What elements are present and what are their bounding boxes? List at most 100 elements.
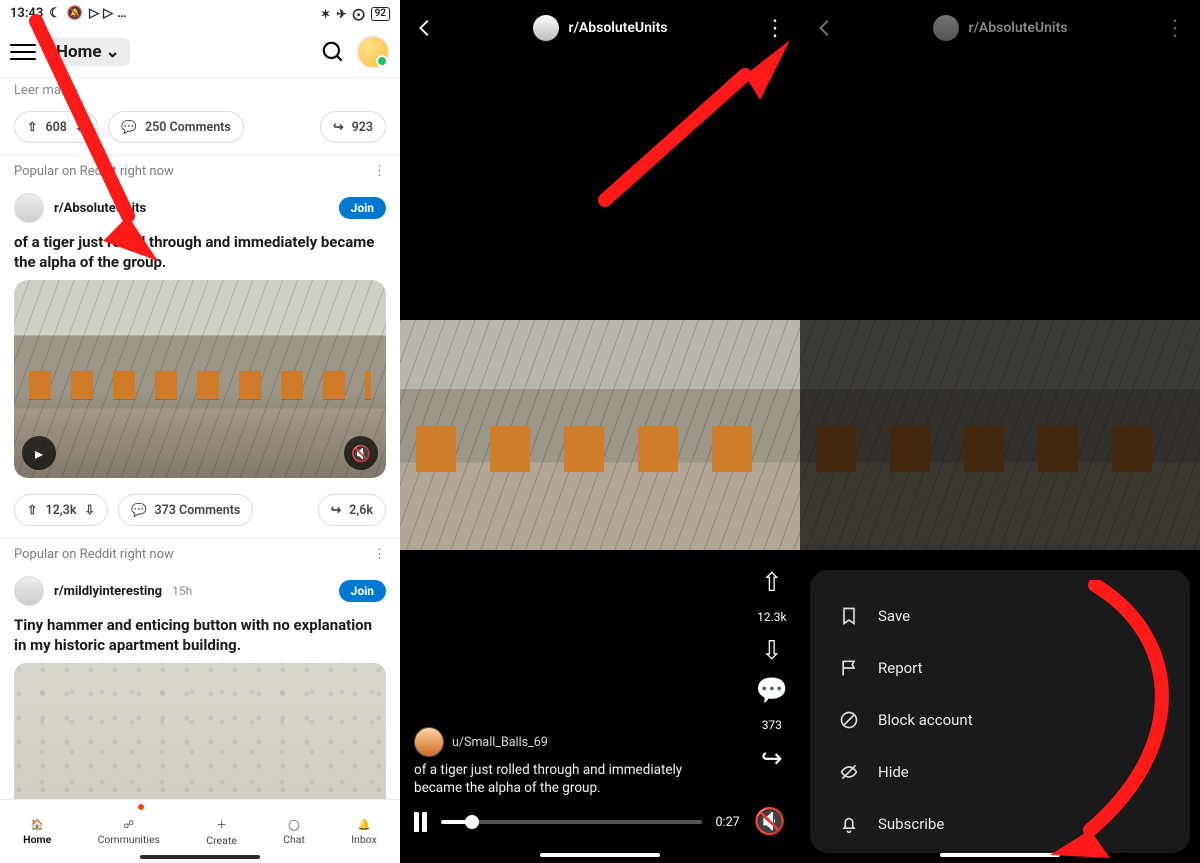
post-age: 15h	[172, 584, 192, 598]
sheet-label: Hide	[878, 763, 909, 781]
back-button[interactable]	[414, 17, 436, 39]
status-time: 13:43	[10, 6, 43, 21]
join-button[interactable]: Join	[339, 580, 386, 602]
share-button[interactable]: ↪	[761, 746, 783, 772]
gesture-bar-icon	[140, 855, 260, 859]
feed-dropdown-label: Home	[56, 42, 102, 62]
downvote-button[interactable]: ⇩	[761, 638, 783, 664]
gesture-bar-icon	[540, 853, 660, 857]
back-button[interactable]	[814, 17, 836, 39]
status-bar: 13:43 ☾ 🔕 ▷ ▷ … ✶ ✈ ⨀ 92	[0, 0, 400, 27]
post-title[interactable]: of a tiger just rolled through and immed…	[0, 229, 400, 280]
subreddit-icon[interactable]	[14, 576, 44, 606]
sheet-label: Save	[878, 607, 910, 625]
search-button[interactable]	[320, 39, 346, 65]
bottom-tab-bar: 🏠 Home ☍ Communities ＋ Create ◯ Chat 🔔 I…	[0, 799, 400, 863]
video-header: r/AbsoluteUnits ⋮	[400, 0, 800, 56]
home-icon: 🏠	[31, 818, 44, 831]
tab-label: Inbox	[351, 833, 377, 846]
tab-label: Create	[206, 834, 237, 847]
subreddit-icon[interactable]	[14, 193, 44, 223]
bookmark-icon	[838, 605, 860, 627]
comments-value: 373 Comments	[155, 503, 241, 518]
hamburger-button[interactable]	[10, 39, 36, 65]
tiger-silhouette-row	[29, 371, 371, 399]
sheet-report[interactable]: Report	[832, 642, 1168, 694]
bell-icon: 🔔	[357, 818, 370, 831]
upvote-icon[interactable]: ⇧	[27, 119, 37, 135]
chat-icon: ◯	[288, 818, 300, 831]
panel-options-sheet: r/AbsoluteUnits ⋮ Save Report Block acco…	[800, 0, 1200, 863]
section-label: Popular on Reddit right now ⋮	[0, 538, 400, 570]
video-frame[interactable]	[400, 320, 800, 550]
sheet-subscribe[interactable]: Subscribe	[832, 798, 1168, 850]
downvote-icon[interactable]: ⇩	[84, 502, 94, 518]
read-more-link[interactable]: Leer más >	[14, 83, 386, 98]
comments-button[interactable]: 💬	[756, 678, 788, 704]
mute-status-icon: 🔕	[67, 6, 83, 21]
subreddit-name[interactable]: r/AbsoluteUnits	[54, 201, 146, 216]
more-options-button[interactable]: ⋮	[764, 16, 786, 41]
panel-video-player: r/AbsoluteUnits ⋮ ⇧ 12.3k ⇩ 💬 373 ↪ u/Sm…	[400, 0, 800, 863]
subreddit-icon[interactable]	[533, 15, 559, 41]
profile-avatar[interactable]	[356, 35, 390, 69]
comments-pill[interactable]: 💬 373 Comments	[118, 494, 253, 526]
tab-label: Chat	[283, 833, 305, 846]
tab-chat[interactable]: ◯ Chat	[283, 818, 305, 846]
sheet-save[interactable]: Save	[832, 590, 1168, 642]
tab-communities[interactable]: ☍ Communities	[98, 818, 160, 846]
score-value: 608	[45, 120, 66, 135]
bluetooth-icon: ✶	[320, 7, 330, 21]
feed-dropdown[interactable]: Home ⌄	[46, 38, 130, 66]
play-icon: ▷	[89, 6, 99, 21]
play-icon: ▷	[103, 6, 113, 21]
subreddit-name[interactable]: r/mildlyinteresting	[54, 584, 162, 599]
post-header: r/AbsoluteUnits Join	[0, 187, 400, 229]
tab-inbox[interactable]: 🔔 Inbox	[351, 818, 377, 846]
mute-button[interactable]: 🔇	[754, 809, 786, 835]
vote-pill[interactable]: ⇧ 12,3k ⇩	[14, 494, 108, 526]
score-value: 12.3k	[757, 610, 786, 624]
post-video[interactable]: ▸ 🔇	[14, 280, 386, 478]
tab-create[interactable]: ＋ Create	[206, 817, 237, 847]
pause-button[interactable]	[414, 812, 427, 832]
more-status-icon: …	[117, 6, 126, 21]
subreddit-name: r/AbsoluteUnits	[969, 20, 1068, 36]
share-icon: ↪	[333, 119, 343, 135]
upvote-button[interactable]: ⇧	[761, 570, 783, 596]
play-badge-icon[interactable]: ▸	[22, 436, 56, 470]
vote-pill[interactable]: ⇧ 608 ⇩	[14, 111, 98, 143]
share-pill[interactable]: ↪ 923	[320, 111, 386, 143]
subreddit-name[interactable]: r/AbsoluteUnits	[569, 20, 668, 36]
communities-icon: ☍	[123, 818, 134, 831]
hide-icon	[838, 761, 860, 783]
sheet-hide[interactable]: Hide	[832, 746, 1168, 798]
post-title[interactable]: Tiny hammer and enticing button with no …	[0, 612, 400, 663]
moon-icon: ☾	[49, 6, 61, 21]
top-bar: Home ⌄	[0, 27, 400, 77]
shares-value: 2,6k	[349, 503, 373, 518]
share-pill[interactable]: ↪ 2,6k	[318, 494, 386, 526]
section-label: Popular on Reddit right now ⋮	[0, 155, 400, 187]
comments-pill[interactable]: 💬 250 Comments	[108, 111, 243, 143]
shares-value: 923	[352, 120, 373, 135]
sheet-label: Block account	[878, 711, 973, 729]
section-more-icon[interactable]: ⋮	[373, 547, 386, 562]
sheet-label: Subscribe	[878, 815, 944, 833]
poster-row[interactable]: u/Small_Balls_69	[414, 727, 548, 757]
sheet-block[interactable]: Block account	[832, 694, 1168, 746]
tab-label: Home	[23, 833, 51, 846]
downvote-icon[interactable]: ⇩	[75, 119, 85, 135]
more-options-button: ⋮	[1164, 16, 1186, 41]
join-button[interactable]: Join	[339, 197, 386, 219]
mute-badge-icon[interactable]: 🔇	[344, 436, 378, 470]
share-icon: ↪	[331, 502, 341, 518]
playback-controls: 0:27 🔇	[414, 809, 786, 835]
tab-home[interactable]: 🏠 Home	[23, 818, 51, 846]
annotation-arrow	[590, 40, 790, 210]
seek-bar[interactable]	[441, 820, 702, 824]
subreddit-icon	[933, 15, 959, 41]
section-more-icon[interactable]: ⋮	[373, 164, 386, 179]
score-value: 12,3k	[45, 503, 76, 518]
upvote-icon[interactable]: ⇧	[27, 502, 37, 518]
